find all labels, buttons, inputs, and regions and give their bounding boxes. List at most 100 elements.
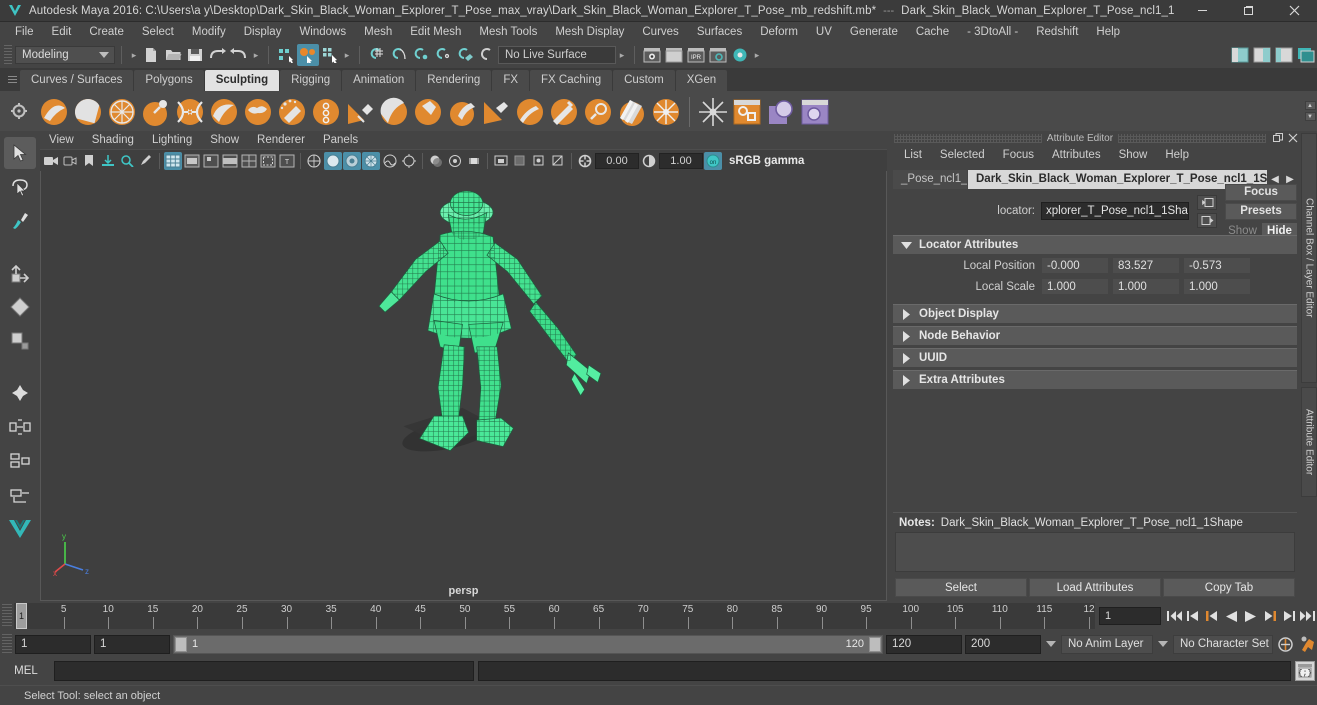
maximize-button[interactable] — [1225, 0, 1271, 22]
viewport-menu-lighting[interactable]: Lighting — [143, 131, 201, 149]
viewport-menu-renderer[interactable]: Renderer — [248, 131, 314, 149]
load-attributes-button[interactable]: Load Attributes — [1029, 578, 1161, 597]
safe-action-icon[interactable] — [259, 152, 277, 170]
shelf-scroll-controls[interactable]: ▲ ▼ — [1303, 91, 1317, 131]
convert-tool-icon[interactable] — [650, 96, 682, 128]
save-scene-icon[interactable] — [184, 44, 206, 66]
minimize-button[interactable] — [1179, 0, 1225, 22]
shelf-tab-xgen[interactable]: XGen — [676, 70, 727, 91]
bookmark-icon[interactable] — [80, 152, 98, 170]
animation-preferences-icon[interactable] — [1298, 634, 1317, 654]
focus-button[interactable]: Focus — [1225, 184, 1297, 201]
xray-active-components-icon[interactable] — [549, 152, 567, 170]
script-editor-icon[interactable]: {;} — [1295, 661, 1315, 681]
menu-windows[interactable]: Windows — [290, 22, 355, 42]
attribute-editor-toggle-icon[interactable] — [1251, 44, 1273, 66]
scrape-tool-icon[interactable] — [412, 96, 444, 128]
gate-mask-icon[interactable] — [221, 152, 239, 170]
step-back-keyframe-icon[interactable] — [1184, 606, 1203, 626]
maya-logo-toolbox-icon[interactable] — [4, 513, 36, 545]
flatten-tool-icon[interactable] — [208, 96, 240, 128]
presets-button[interactable]: Presets — [1225, 203, 1297, 220]
grid-display-icon[interactable] — [164, 152, 182, 170]
menu-uv[interactable]: UV — [807, 22, 841, 42]
menu-redshift[interactable]: Redshift — [1027, 22, 1087, 42]
mirror-icon[interactable] — [697, 96, 729, 128]
animation-start-field[interactable]: 1 — [15, 635, 91, 654]
collapse-arrow-3[interactable]: ▸ — [341, 45, 353, 65]
universal-manipulator[interactable] — [4, 411, 36, 443]
panel-close-icon[interactable] — [1286, 132, 1299, 144]
local-position-y-field[interactable]: 83.527 — [1112, 257, 1180, 274]
render-current-frame-icon[interactable] — [641, 44, 663, 66]
texture-display-icon[interactable] — [381, 152, 399, 170]
motion-blur-icon[interactable] — [465, 152, 483, 170]
ipr-render-icon[interactable]: IPR — [685, 44, 707, 66]
copy-tab-button[interactable]: Copy Tab — [1163, 578, 1295, 597]
ae-tab-transform[interactable]: _Pose_ncl1_1 — [893, 170, 967, 189]
collapse-arrow-5[interactable]: ▸ — [751, 45, 763, 65]
snap-to-curve-icon[interactable] — [388, 44, 410, 66]
range-slider-right-handle[interactable] — [869, 637, 881, 652]
symmetry-settings-icon[interactable] — [731, 96, 763, 128]
menu-edit[interactable]: Edit — [43, 22, 81, 42]
range-slider[interactable]: 1 120 — [173, 635, 883, 654]
gamma-icon[interactable] — [640, 152, 658, 170]
menu-mesh-display[interactable]: Mesh Display — [546, 22, 633, 42]
tool-settings-toggle-icon[interactable] — [1273, 44, 1295, 66]
move-tool[interactable] — [4, 257, 36, 289]
exposure-icon[interactable] — [576, 152, 594, 170]
bulge-tool-icon[interactable] — [548, 96, 580, 128]
menu-file[interactable]: File — [6, 22, 43, 42]
shelf-grip[interactable] — [4, 68, 20, 91]
knife-tool-icon[interactable] — [480, 96, 512, 128]
viewport-menu-shading[interactable]: Shading — [83, 131, 143, 149]
ae-menu-selected[interactable]: Selected — [931, 145, 994, 165]
menu-select[interactable]: Select — [133, 22, 183, 42]
auto-keyframe-icon[interactable] — [1276, 634, 1295, 654]
anim-layer-dropdown-icon[interactable] — [1044, 635, 1058, 654]
viewport-menu-panels[interactable]: Panels — [314, 131, 367, 149]
go-to-start-icon[interactable] — [1165, 606, 1184, 626]
undo-icon[interactable] — [206, 44, 228, 66]
sculpt-display-icon[interactable] — [799, 96, 831, 128]
resolution-gate-icon[interactable] — [202, 152, 220, 170]
menu-mesh-tools[interactable]: Mesh Tools — [470, 22, 546, 42]
shelf-tab-fx-caching[interactable]: FX Caching — [530, 70, 612, 91]
close-button[interactable] — [1271, 0, 1317, 22]
lasso-select-tool[interactable] — [4, 171, 36, 203]
sculpt-layers-icon[interactable] — [765, 96, 797, 128]
select-by-object-icon[interactable] — [297, 44, 319, 66]
fill-tool-icon[interactable] — [446, 96, 478, 128]
character-set-dropdown-icon[interactable] — [1156, 635, 1170, 654]
play-forwards-icon[interactable] — [1241, 606, 1260, 626]
shelf-scroll-up-icon[interactable]: ▲ — [1305, 101, 1316, 110]
attribute-editor-strip[interactable]: Attribute Editor — [1301, 387, 1317, 497]
gamma-field[interactable]: 1.00 — [659, 153, 703, 169]
menu-display[interactable]: Display — [235, 22, 291, 42]
local-position-z-field[interactable]: -0.573 — [1183, 257, 1251, 274]
section-uuid[interactable]: UUID — [893, 348, 1297, 367]
live-surface-field[interactable]: No Live Surface — [498, 46, 616, 64]
shelf-tab-polygons[interactable]: Polygons — [134, 70, 203, 91]
snap-to-projected-center-icon[interactable] — [432, 44, 454, 66]
render-settings-icon[interactable] — [707, 44, 729, 66]
color-management-toggle-icon[interactable]: on — [704, 152, 722, 170]
shelf-tab-fx[interactable]: FX — [492, 70, 529, 91]
input-connection-icon[interactable] — [1197, 195, 1217, 210]
open-scene-icon[interactable] — [162, 44, 184, 66]
sculpt-tool-icon[interactable] — [38, 96, 70, 128]
image-plane-icon[interactable] — [99, 152, 117, 170]
field-chart-icon[interactable] — [240, 152, 258, 170]
shelf-tab-animation[interactable]: Animation — [342, 70, 415, 91]
select-by-component-icon[interactable] — [319, 44, 341, 66]
ae-menu-help[interactable]: Help — [1156, 145, 1198, 165]
snap-to-grid-icon[interactable] — [366, 44, 388, 66]
menu-create[interactable]: Create — [80, 22, 133, 42]
step-forward-frame-icon[interactable] — [1260, 606, 1279, 626]
select-camera-icon[interactable] — [42, 152, 60, 170]
range-slider-grip[interactable] — [2, 634, 12, 654]
ae-menu-show[interactable]: Show — [1110, 145, 1157, 165]
make-live-icon[interactable] — [476, 44, 498, 66]
animation-end-field[interactable]: 200 — [965, 635, 1041, 654]
